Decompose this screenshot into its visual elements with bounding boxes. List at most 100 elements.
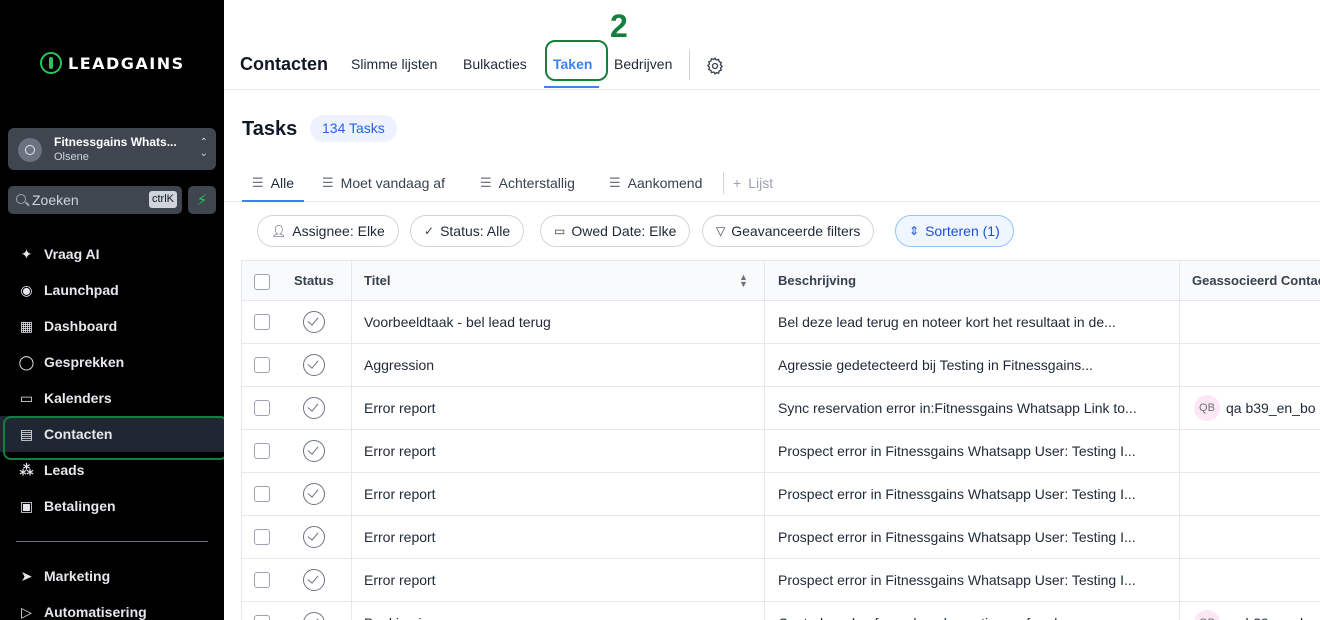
task-title[interactable]: Error report: [364, 486, 754, 502]
status-check-circle-icon[interactable]: [303, 354, 325, 376]
location-icon: [18, 138, 42, 162]
quick-action-button[interactable]: ⚡: [188, 186, 216, 214]
sidebar-item-label: Gesprekken: [44, 354, 125, 370]
contact-avatar: QB: [1194, 395, 1220, 421]
sidebar-item-vraag-ai[interactable]: ✦ Vraag AI: [0, 236, 224, 272]
add-list-label: Lijst: [748, 175, 774, 191]
task-title[interactable]: Error report: [364, 400, 754, 416]
task-title[interactable]: Boeking is...: [364, 615, 754, 620]
tab-bedrijven[interactable]: Bedrijven: [614, 56, 672, 72]
sidebar-item-label: Betalingen: [44, 498, 116, 514]
sidebar-item-label: Launchpad: [44, 282, 119, 298]
list-icon: ☰: [609, 175, 621, 190]
annotation-marker-2: 2: [610, 8, 628, 44]
table-row[interactable]: Voorbeeldtaak - bel lead terug Bel deze l…: [242, 301, 1320, 344]
status-check-circle-icon[interactable]: [303, 612, 325, 620]
chat-icon: ◯: [18, 353, 35, 370]
row-checkbox[interactable]: [254, 529, 270, 545]
view-tab-alle[interactable]: ☰ Alle: [252, 175, 294, 191]
row-checkbox[interactable]: [254, 314, 270, 330]
table-row[interactable]: Error report Prospect error in Fitnessgai…: [242, 430, 1320, 473]
task-title[interactable]: Error report: [364, 529, 754, 545]
account-name: Fitnessgains Whats...: [54, 135, 177, 149]
sidebar-item-betalingen[interactable]: ▣ Betalingen: [0, 488, 224, 524]
sidebar-item-automatisering[interactable]: ▷ Automatisering: [0, 594, 224, 620]
sort-toggle-icon[interactable]: ▲ ▼: [739, 273, 748, 289]
task-title[interactable]: Error report: [364, 443, 754, 459]
filter-label: Status: Alle: [440, 223, 511, 239]
logo-text: LEADGAINS: [68, 53, 185, 73]
column-divider: [764, 261, 765, 620]
select-all-checkbox[interactable]: [254, 274, 270, 290]
status-check-circle-icon[interactable]: [303, 526, 325, 548]
view-tab-label: Aankomend: [627, 175, 703, 191]
gear-icon[interactable]: [705, 56, 725, 76]
view-tab-separator: [723, 172, 724, 194]
table-row[interactable]: Error report Prospect error in Fitnessgai…: [242, 559, 1320, 602]
sort-icon: ⇕: [909, 224, 920, 238]
table-row[interactable]: Boeking is... Controleer de afspraak en b…: [242, 602, 1320, 620]
table-row[interactable]: Aggression Agressie gedetecteerd bij Test…: [242, 344, 1320, 387]
column-header-title[interactable]: Titel: [364, 273, 391, 288]
column-divider: [1179, 261, 1180, 620]
view-tab-moet-vandaag-af[interactable]: ☰ Moet vandaag af: [322, 175, 445, 191]
filter-assignee[interactable]: 👤︎ Assignee: Elke: [257, 215, 399, 247]
task-title[interactable]: Voorbeeldtaak - bel lead terug: [364, 314, 754, 330]
sidebar-item-gesprekken[interactable]: ◯ Gesprekken: [0, 344, 224, 380]
task-title[interactable]: Error report: [364, 572, 754, 588]
status-check-circle-icon[interactable]: [303, 483, 325, 505]
view-tab-label: Alle: [270, 175, 295, 191]
annotation-box-contacten: [3, 416, 228, 460]
sidebar-item-launchpad[interactable]: ◉ Launchpad: [0, 272, 224, 308]
filter-status[interactable]: ✓ Status: Alle: [410, 215, 525, 247]
sidebar-item-kalenders[interactable]: ▭ Kalenders: [0, 380, 224, 416]
search-input[interactable]: [32, 190, 142, 210]
filter-bar: 👤︎ Assignee: Elke ✓ Status: Alle ▭ Owed …: [224, 214, 1320, 248]
logo[interactable]: LEADGAINS: [40, 52, 185, 74]
account-switcher[interactable]: Fitnessgains Whats... Olsene ⌃ ⌄: [8, 128, 216, 170]
sidebar-item-label: Leads: [44, 462, 85, 478]
tab-bulkacties[interactable]: Bulkacties: [463, 56, 527, 72]
contact-avatar: QB: [1194, 610, 1220, 620]
bolt-icon: ⚡: [196, 192, 208, 209]
row-checkbox[interactable]: [254, 357, 270, 373]
tab-separator: [689, 50, 690, 80]
task-description: Prospect error in Fitnessgains Whatsapp …: [778, 486, 1136, 502]
column-header-contact[interactable]: Geassocieerd Contact: [1192, 273, 1320, 288]
status-check-circle-icon[interactable]: [303, 569, 325, 591]
column-header-status[interactable]: Status: [294, 273, 334, 288]
status-check-circle-icon[interactable]: [303, 440, 325, 462]
add-list-button[interactable]: + Lijst: [733, 175, 773, 191]
sidebar-item-label: Dashboard: [44, 318, 118, 334]
view-tab-achterstallig[interactable]: ☰ Achterstallig: [480, 175, 575, 191]
list-icon: ☰: [480, 175, 492, 190]
view-tab-label: Achterstallig: [498, 175, 575, 191]
filter-owed-date[interactable]: ▭ Owed Date: Elke: [540, 215, 691, 247]
task-description: Bel deze lead terug en noteer kort het r…: [778, 314, 1116, 330]
contact-name[interactable]: qa b39_en_bo: [1226, 615, 1316, 620]
row-checkbox[interactable]: [254, 443, 270, 459]
status-check-circle-icon[interactable]: [303, 311, 325, 333]
view-tab-aankomend[interactable]: ☰ Aankomend: [609, 175, 702, 191]
sort-button[interactable]: ⇕ Sorteren (1): [895, 215, 1014, 247]
task-title[interactable]: Aggression: [364, 357, 754, 373]
status-check-circle-icon[interactable]: [303, 397, 325, 419]
view-tabs: ☰ Alle ☰ Moet vandaag af ☰ Achterstallig…: [224, 162, 1320, 202]
sidebar-item-dashboard[interactable]: ▦ Dashboard: [0, 308, 224, 344]
table-row[interactable]: Error report Prospect error in Fitnessgai…: [242, 473, 1320, 516]
contact-name[interactable]: qa b39_en_bo: [1226, 400, 1316, 416]
tab-slimme-lijsten[interactable]: Slimme lijsten: [351, 56, 437, 72]
search-icon: [16, 194, 26, 204]
column-header-description[interactable]: Beschrijving: [778, 273, 856, 288]
sidebar-item-marketing[interactable]: ➤ Marketing: [0, 558, 224, 594]
table-row[interactable]: Error report Prospect error in Fitnessgai…: [242, 516, 1320, 559]
filter-advanced[interactable]: ▽ Geavanceerde filters: [702, 215, 875, 247]
row-checkbox[interactable]: [254, 615, 270, 620]
row-checkbox[interactable]: [254, 572, 270, 588]
task-description: Agressie gedetecteerd bij Testing in Fit…: [778, 357, 1093, 373]
task-description: Controleer de afspraak en bevestig ze of…: [778, 615, 1168, 620]
row-checkbox[interactable]: [254, 486, 270, 502]
filter-label: Owed Date: Elke: [571, 223, 677, 239]
table-row[interactable]: Error report Sync reservation error in:Fi…: [242, 387, 1320, 430]
row-checkbox[interactable]: [254, 400, 270, 416]
